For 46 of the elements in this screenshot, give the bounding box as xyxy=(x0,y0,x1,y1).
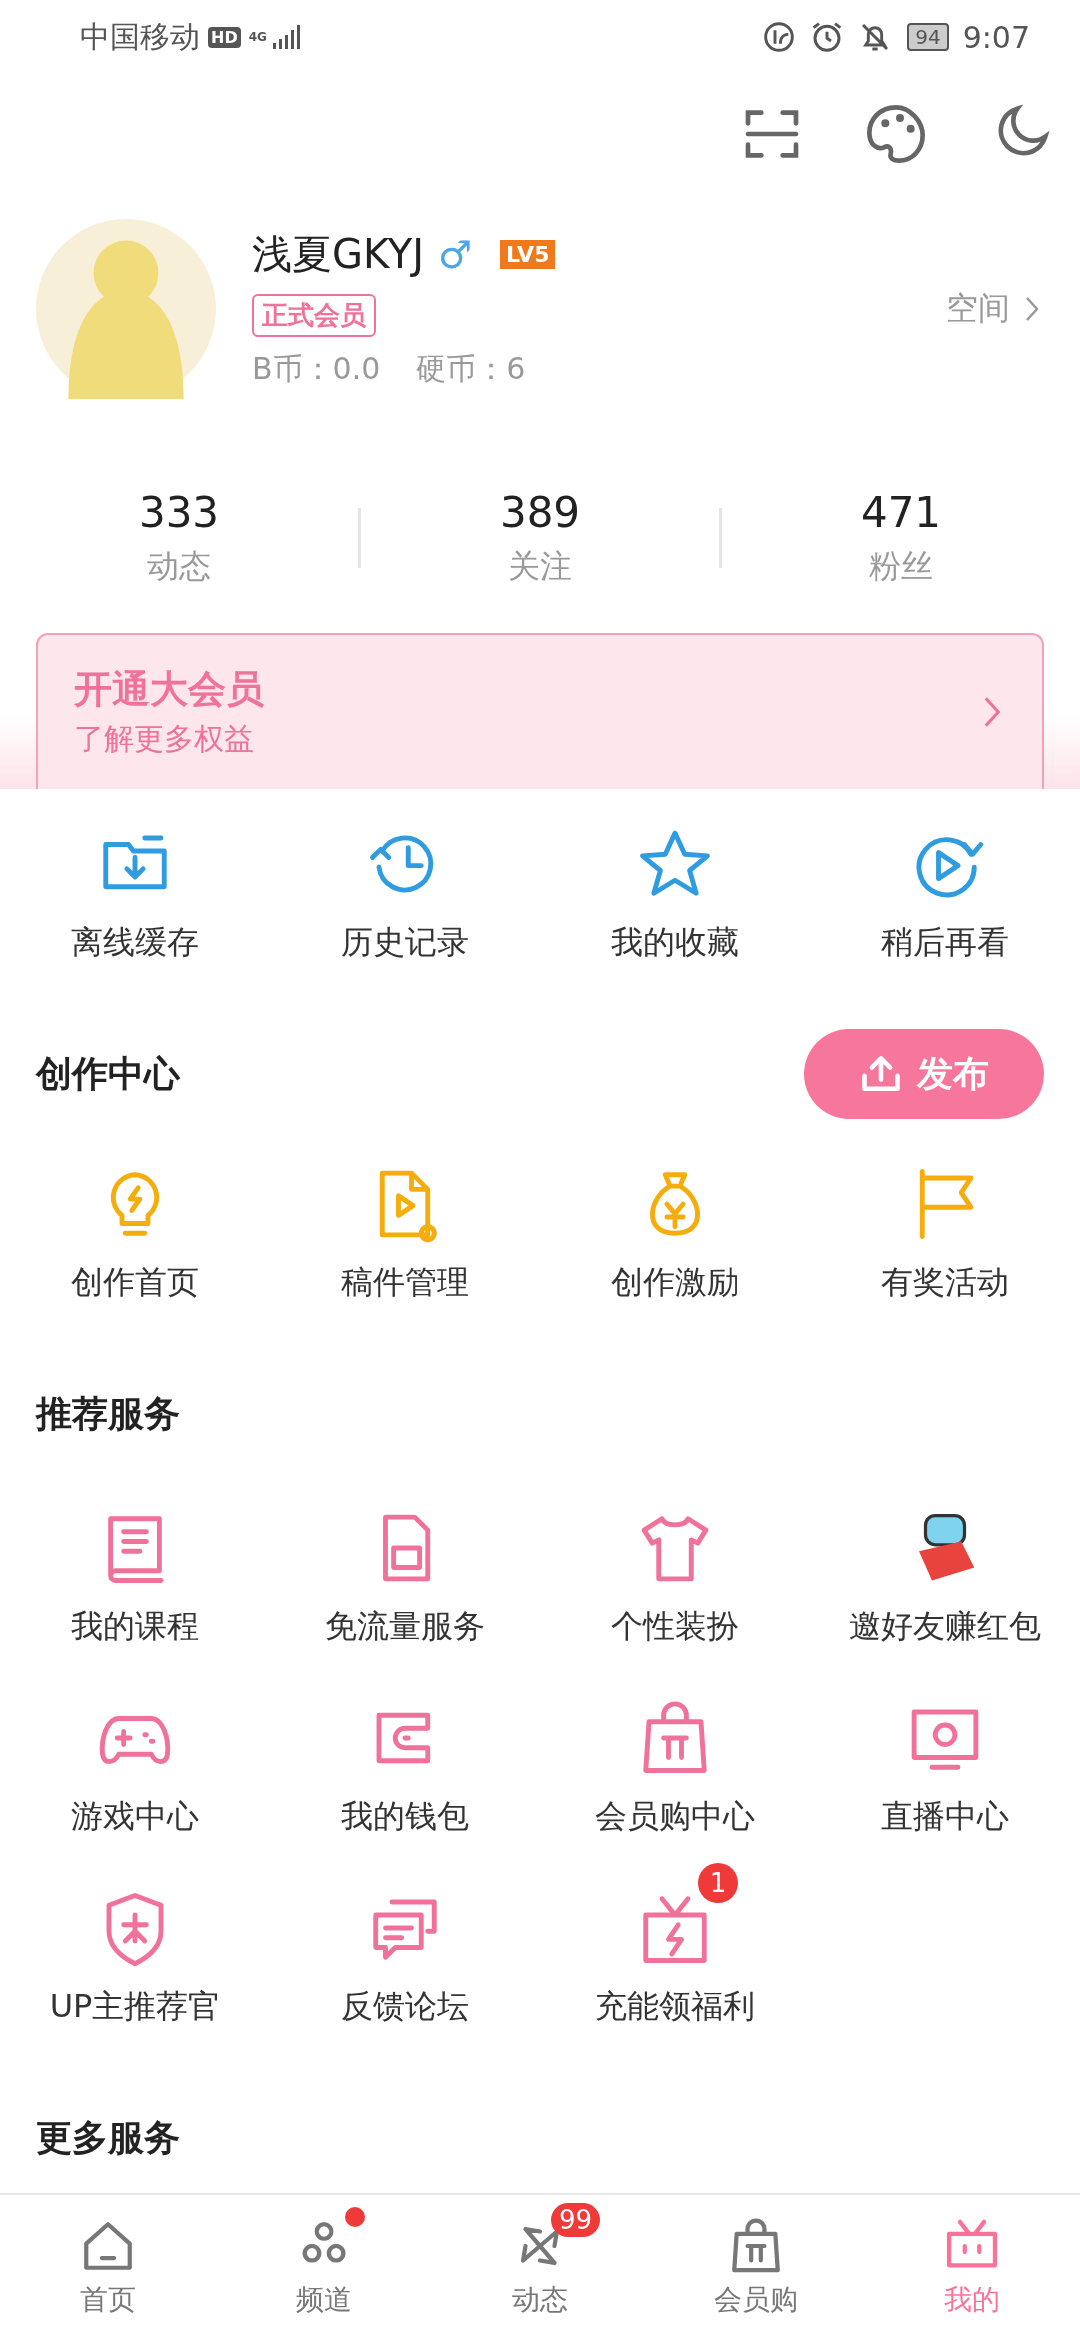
service-item[interactable]: 邀好友赚红包 xyxy=(810,1479,1080,1649)
stat-count[interactable]: 471 xyxy=(860,487,942,537)
creation-item[interactable]: 创作激励 xyxy=(540,1165,810,1305)
notification-badge: 1 xyxy=(698,1863,738,1903)
service-item[interactable]: 1 充能领福利 xyxy=(540,1859,810,2029)
battery-level: 94 xyxy=(907,23,949,52)
creation-item[interactable]: 创作首页 xyxy=(0,1165,270,1305)
level-badge: LV5 xyxy=(500,240,556,270)
notification-badge: 99 xyxy=(551,2202,601,2237)
quick-action[interactable]: 我的收藏 xyxy=(540,825,810,965)
service-item[interactable]: 游戏中心 xyxy=(0,1669,270,1839)
b-coin-balance: B币：0.0 xyxy=(252,350,381,389)
service-item[interactable]: 直播中心 xyxy=(810,1669,1080,1839)
creation-item[interactable]: 有奖活动 xyxy=(810,1165,1080,1305)
tab-bar-item[interactable]: 会员购 xyxy=(648,2195,864,2340)
alarm-icon xyxy=(811,21,844,54)
quick-action[interactable]: 稍后再看 xyxy=(810,825,1080,965)
tab-bar-item[interactable]: 频道 xyxy=(216,2195,432,2340)
signal-icon xyxy=(270,25,301,50)
service-item[interactable]: 个性装扮 xyxy=(540,1479,810,1649)
service-item[interactable]: 反馈论坛 xyxy=(270,1859,540,2029)
section-title: 推荐服务 xyxy=(36,1391,180,1436)
stat-count[interactable]: 389 xyxy=(499,487,581,537)
tab-bar-item[interactable]: 首页 xyxy=(0,2195,216,2340)
service-item[interactable]: 我的钱包 xyxy=(270,1669,540,1839)
section-title: 更多服务 xyxy=(36,2115,180,2160)
carrier-name: 中国移动 xyxy=(80,17,200,56)
gender-symbol: ♂ xyxy=(438,232,473,277)
creation-item[interactable]: 稿件管理 xyxy=(270,1165,540,1305)
vip-subtitle: 了解更多权益 xyxy=(74,720,255,758)
clock: 9:07 xyxy=(962,19,1030,55)
hd-badge: HD xyxy=(208,26,241,48)
vip-title: 开通大会员 xyxy=(74,666,265,713)
stat-count[interactable]: 333 xyxy=(138,487,220,537)
service-item[interactable]: UP主推荐官 xyxy=(0,1859,270,2029)
service-item[interactable]: 会员购中心 xyxy=(540,1669,810,1839)
coin-balance: 硬币：6 xyxy=(416,350,526,389)
member-tag: 正式会员 xyxy=(252,294,376,338)
section-title: 创作中心 xyxy=(36,1051,180,1096)
quick-action[interactable]: 离线缓存 xyxy=(0,825,270,965)
service-item[interactable]: 免流量服务 xyxy=(270,1479,540,1649)
network-type: 4G xyxy=(248,30,267,45)
quick-action[interactable]: 历史记录 xyxy=(270,825,540,965)
service-item[interactable]: 我的课程 xyxy=(0,1479,270,1649)
username: 浅夏GKYJ xyxy=(252,230,425,280)
tab-bar-item[interactable]: 99 动态 xyxy=(432,2195,648,2340)
